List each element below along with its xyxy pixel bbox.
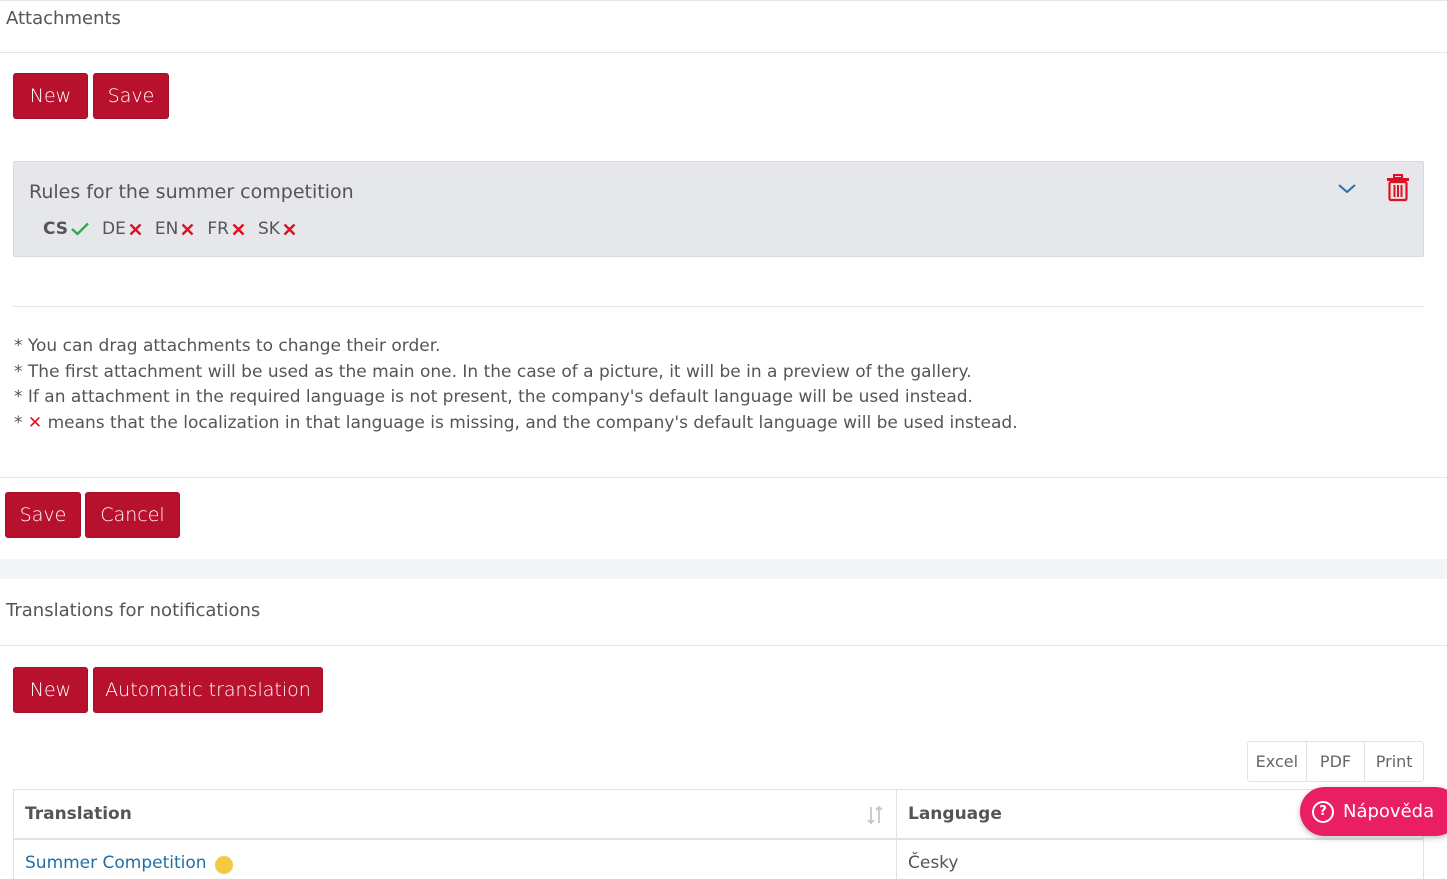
attachment-item[interactable]: Rules for the summer competition CS DE E… — [13, 161, 1424, 257]
smiley-emoji-icon — [214, 856, 233, 874]
attachments-header: Attachments — [0, 0, 1447, 53]
attachment-save-button[interactable]: Save — [93, 73, 169, 119]
note-line: * If an attachment in the required langu… — [14, 387, 973, 408]
cross-icon — [283, 223, 296, 235]
form-save-button[interactable]: Save — [5, 492, 81, 538]
translations-header: Translations for notifications — [0, 579, 1447, 646]
attachment-new-button[interactable]: New — [13, 73, 88, 119]
sort-icon[interactable] — [866, 805, 884, 825]
attachments-title: Attachments — [6, 8, 121, 29]
help-button[interactable]: ? Nápověda — [1300, 787, 1447, 836]
help-label: Nápověda — [1343, 801, 1435, 822]
translation-link[interactable]: Summer Competition — [25, 853, 207, 873]
lang-status-de: DE — [102, 219, 142, 239]
automatic-translation-button[interactable]: Automatic translation — [93, 667, 323, 713]
divider — [13, 306, 1424, 307]
lang-status-fr: FR — [207, 219, 245, 239]
column-header-translation[interactable]: Translation — [14, 790, 897, 838]
cross-icon: ✕ — [27, 412, 43, 433]
cross-icon — [232, 223, 245, 235]
check-icon — [71, 222, 89, 236]
export-buttons: Excel PDF Print — [1247, 741, 1424, 782]
chevron-down-icon[interactable] — [1336, 179, 1358, 197]
divider — [0, 477, 1447, 478]
section-separator — [0, 559, 1447, 579]
lang-status-sk: SK — [258, 219, 296, 239]
translation-new-button[interactable]: New — [13, 667, 88, 713]
trash-icon[interactable] — [1386, 174, 1410, 202]
form-cancel-button[interactable]: Cancel — [85, 492, 180, 538]
lang-status-cs: CS — [43, 219, 89, 239]
attachment-notes: * You can drag attachments to change the… — [14, 334, 1018, 436]
export-excel-button[interactable]: Excel — [1248, 742, 1307, 781]
question-icon: ? — [1312, 800, 1334, 823]
attachment-title: Rules for the summer competition — [29, 181, 354, 203]
cross-icon — [182, 223, 194, 235]
cross-icon — [129, 223, 142, 235]
export-pdf-button[interactable]: PDF — [1307, 742, 1366, 781]
translations-title: Translations for notifications — [6, 600, 261, 621]
note-line: * ✕ means that the localization in that … — [14, 412, 1018, 433]
table-header: Translation Language — [14, 790, 1423, 840]
note-line: * The first attachment will be used as t… — [14, 361, 972, 382]
note-line: * You can drag attachments to change the… — [14, 336, 441, 356]
translations-table: Translation Language Summer Competition … — [13, 789, 1424, 879]
table-cell-language: Česky — [908, 853, 959, 873]
print-button[interactable]: Print — [1365, 742, 1423, 781]
table-row[interactable]: Summer Competition Česky — [14, 840, 1423, 879]
language-status-row: CS DE EN FR SK — [43, 219, 309, 239]
lang-status-en: EN — [155, 219, 194, 239]
table-cell-translation: Summer Competition — [14, 840, 897, 879]
